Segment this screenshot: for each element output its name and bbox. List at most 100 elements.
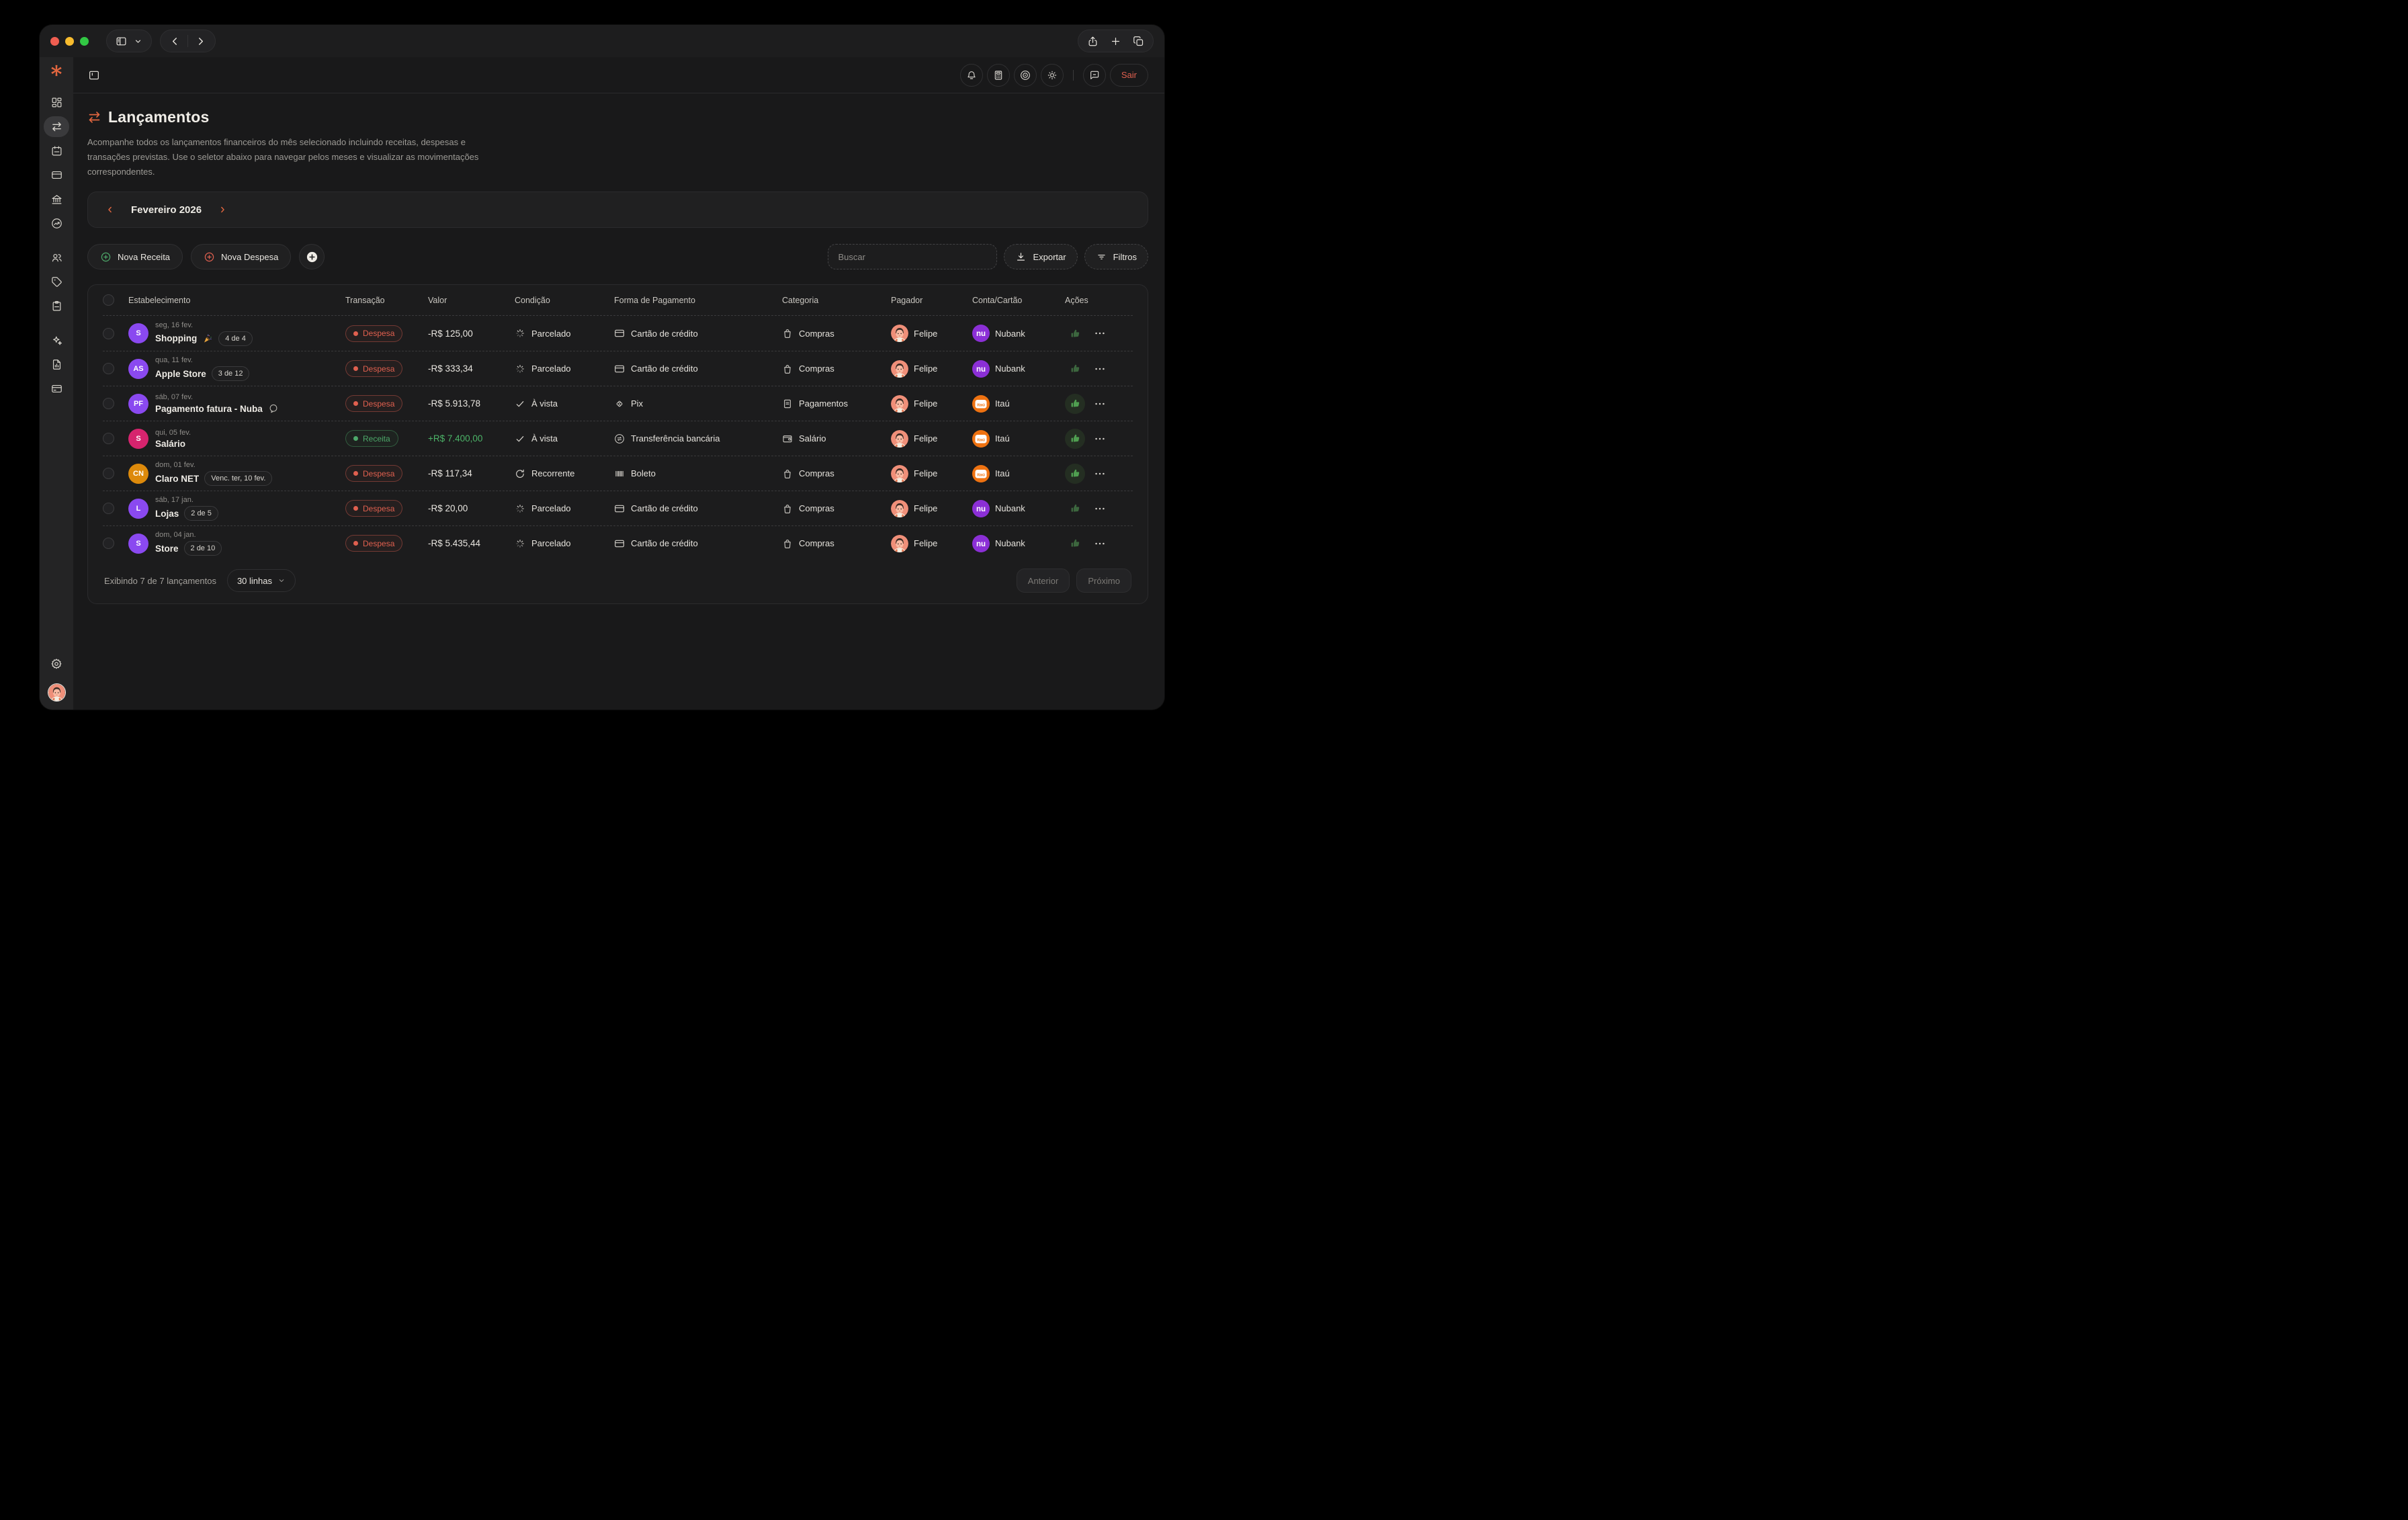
logout-button[interactable]: Sair — [1109, 63, 1148, 87]
more-actions-button[interactable] — [1093, 397, 1107, 411]
sidebar-item-report[interactable] — [44, 354, 69, 375]
sidebar-item-bank[interactable] — [44, 189, 69, 210]
settings-gear-icon[interactable] — [44, 653, 69, 674]
more-actions-button[interactable] — [1093, 362, 1107, 376]
row-checkbox[interactable] — [103, 363, 114, 375]
establishment-cell: L sáb, 17 jan. Lojas 2 de 5 — [128, 496, 345, 521]
share-icon[interactable] — [1087, 36, 1099, 47]
sidebar-item-performance[interactable] — [44, 213, 69, 234]
row-checkbox[interactable] — [103, 538, 114, 550]
collapse-sidebar-icon[interactable] — [88, 69, 100, 81]
bell-icon[interactable] — [959, 63, 983, 87]
category-label: Compras — [799, 503, 834, 514]
category-cell: Compras — [782, 503, 891, 514]
page-size-select[interactable]: 30 linhas — [226, 569, 296, 593]
sidebar-item-accounts[interactable] — [44, 378, 69, 399]
bank-brand-icon: itaú — [972, 394, 990, 413]
actions-cell — [1065, 463, 1133, 484]
account-name: Itaú — [995, 468, 1010, 479]
transaction-type-badge: Despesa — [345, 535, 403, 552]
close-window-button[interactable] — [50, 36, 59, 46]
more-actions-button[interactable] — [1093, 502, 1107, 515]
svg-text:nu: nu — [976, 505, 986, 513]
payer-avatar — [891, 360, 908, 378]
more-actions-button[interactable] — [1093, 432, 1107, 446]
page-size-value: 30 linhas — [236, 575, 272, 586]
confirm-thumbs-up-button[interactable] — [1065, 534, 1085, 554]
sidebar-item-clipboard[interactable] — [44, 296, 69, 316]
divider — [187, 35, 188, 47]
payment-method-icon — [614, 468, 625, 479]
row-checkbox[interactable] — [103, 433, 114, 445]
establishment-name: Shopping — [155, 333, 198, 344]
condition-icon — [515, 468, 525, 479]
new-tab-icon[interactable] — [1110, 36, 1121, 47]
sidebar-item-dashboard[interactable] — [44, 92, 69, 113]
table-header-row: Estabelecimento Transação Valor Condição… — [103, 285, 1133, 316]
confirm-thumbs-up-button[interactable] — [1065, 323, 1085, 343]
status-dot — [353, 401, 358, 407]
confirm-thumbs-up-button[interactable] — [1065, 393, 1085, 414]
plus-circle-icon — [204, 251, 215, 263]
tab-overview-icon[interactable] — [1133, 36, 1144, 47]
row-checkbox[interactable] — [103, 398, 114, 410]
next-page-button[interactable]: Próximo — [1076, 568, 1131, 593]
installment-badge: Venc. ter, 10 fev. — [204, 471, 273, 487]
calculator-icon[interactable] — [986, 63, 1010, 87]
account-cell: nu Nubank — [972, 499, 1065, 517]
establishment-cell: S qui, 05 fev. Salário — [128, 428, 345, 449]
new-expense-button[interactable]: Nova Despesa — [191, 244, 292, 270]
table-row: S dom, 04 jan. Store 2 de 10 Despesa -R$… — [103, 525, 1133, 560]
confirm-thumbs-up-button[interactable] — [1065, 463, 1085, 484]
zoom-window-button[interactable] — [80, 36, 89, 46]
more-actions-button[interactable] — [1093, 327, 1107, 340]
confirm-thumbs-up-button[interactable] — [1065, 359, 1085, 379]
sidebar-item-calendar[interactable] — [44, 140, 69, 161]
user-avatar[interactable] — [47, 683, 66, 702]
payer-name: Felipe — [914, 364, 938, 374]
table-footer: Exibindo 7 de 7 lançamentos 30 linhas An… — [103, 560, 1133, 601]
svg-text:nu: nu — [976, 366, 986, 374]
app-header: Sair — [73, 57, 1164, 93]
more-actions-button[interactable] — [1093, 537, 1107, 550]
bank-brand-icon: itaú — [972, 464, 990, 482]
filters-label: Filtros — [1113, 251, 1137, 262]
sidebar-item-users[interactable] — [44, 247, 69, 268]
row-checkbox[interactable] — [103, 327, 114, 339]
status-dot — [353, 331, 358, 336]
sun-icon[interactable] — [1040, 63, 1064, 87]
payer-cell: Felipe — [891, 499, 972, 517]
previous-month-icon[interactable] — [105, 205, 115, 214]
filters-button[interactable]: Filtros — [1084, 244, 1148, 270]
more-actions-button[interactable] — [1093, 467, 1107, 480]
sidebar-item-ai[interactable] — [44, 330, 69, 351]
chat-icon[interactable] — [1082, 63, 1106, 87]
transaction-value: -R$ 125,00 — [428, 328, 473, 339]
quick-add-button[interactable] — [299, 244, 325, 270]
payer-avatar — [891, 429, 908, 448]
payment-method-label: Cartão de crédito — [631, 538, 698, 549]
category-label: Compras — [799, 328, 834, 339]
row-checkbox[interactable] — [103, 468, 114, 480]
eye-icon[interactable] — [1013, 63, 1037, 87]
previous-page-button[interactable]: Anterior — [1016, 568, 1070, 593]
minimize-window-button[interactable] — [65, 36, 74, 46]
confirm-thumbs-up-button[interactable] — [1065, 428, 1085, 449]
select-all-checkbox[interactable] — [103, 294, 114, 306]
sidebar-toggle-group[interactable] — [106, 30, 152, 52]
confirm-thumbs-up-button[interactable] — [1065, 499, 1085, 519]
payer-name: Felipe — [914, 328, 938, 339]
payer-name: Felipe — [914, 398, 938, 409]
next-month-icon[interactable] — [218, 205, 227, 214]
new-income-button[interactable]: Nova Receita — [87, 244, 183, 270]
sidebar-item-tag[interactable] — [44, 271, 69, 292]
category-icon — [782, 433, 793, 444]
sidebar-item-card[interactable] — [44, 165, 69, 185]
payer-name: Felipe — [914, 433, 938, 444]
row-checkbox[interactable] — [103, 503, 114, 515]
back-icon[interactable] — [169, 36, 181, 47]
sidebar-item-transactions[interactable] — [44, 116, 69, 137]
export-button[interactable]: Exportar — [1004, 244, 1078, 270]
search-input[interactable] — [828, 244, 998, 270]
forward-icon[interactable] — [195, 36, 206, 47]
